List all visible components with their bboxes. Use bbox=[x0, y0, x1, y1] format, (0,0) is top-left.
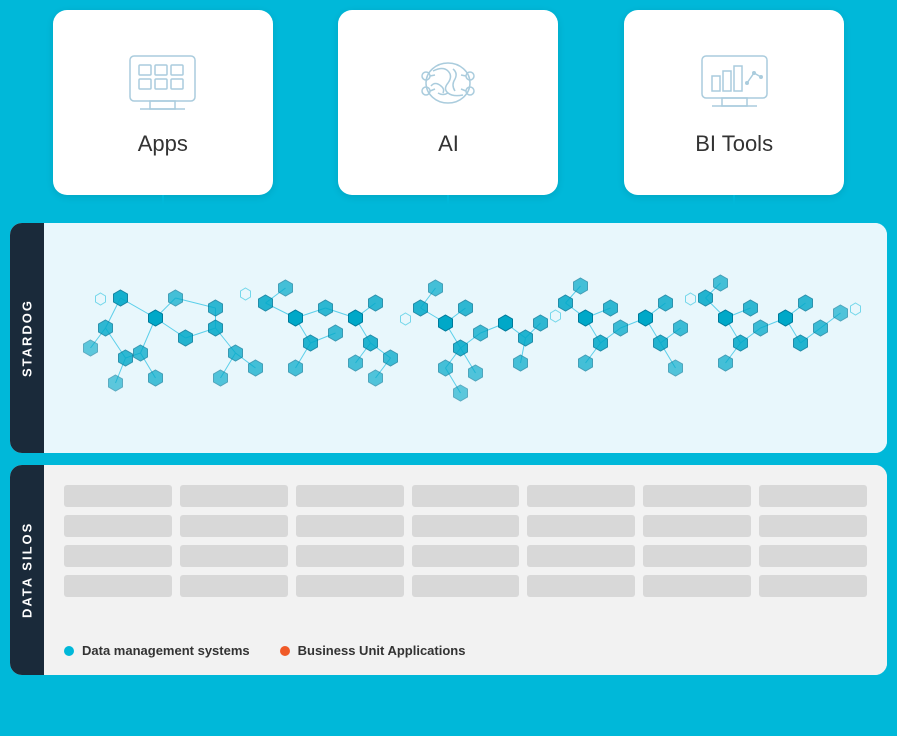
ai-label: AI bbox=[438, 131, 459, 157]
stardog-section: STARDOG bbox=[10, 223, 887, 453]
silo-cell bbox=[180, 485, 288, 507]
silo-row-3 bbox=[64, 545, 867, 567]
silo-cell bbox=[643, 485, 751, 507]
silo-cell bbox=[527, 545, 635, 567]
silo-cell bbox=[412, 515, 520, 537]
silo-cell bbox=[64, 545, 172, 567]
silo-cell bbox=[64, 485, 172, 507]
silo-cell bbox=[296, 515, 404, 537]
ai-icon bbox=[408, 49, 488, 119]
connector-apps bbox=[53, 195, 273, 223]
connector-section bbox=[10, 195, 887, 223]
silo-cell bbox=[412, 545, 520, 567]
apps-card: Apps bbox=[53, 10, 273, 195]
apps-label: Apps bbox=[138, 131, 188, 157]
main-container: Apps bbox=[10, 10, 887, 675]
legend-item-data-management: Data management systems bbox=[64, 643, 250, 660]
silo-cell bbox=[643, 545, 751, 567]
silo-legend: Data management systems Business Unit Ap… bbox=[64, 643, 867, 660]
silo-row-4 bbox=[64, 575, 867, 597]
silo-cell bbox=[412, 575, 520, 597]
silo-cell bbox=[759, 575, 867, 597]
silo-cell bbox=[296, 545, 404, 567]
silo-cell bbox=[296, 485, 404, 507]
bi-tools-icon bbox=[694, 49, 774, 119]
stardog-content bbox=[44, 223, 887, 453]
silo-row-1 bbox=[64, 485, 867, 507]
legend-text-business-unit: Business Unit Applications bbox=[298, 643, 466, 660]
silo-cell bbox=[643, 575, 751, 597]
silo-row-2 bbox=[64, 515, 867, 537]
silo-cell bbox=[527, 515, 635, 537]
section-gap bbox=[10, 453, 887, 465]
connector-ai bbox=[338, 195, 558, 223]
silo-cell bbox=[412, 485, 520, 507]
silo-cell bbox=[643, 515, 751, 537]
network-graph bbox=[59, 238, 872, 438]
apps-icon bbox=[123, 49, 203, 119]
silo-cell bbox=[180, 545, 288, 567]
silo-cell bbox=[180, 575, 288, 597]
silo-cell bbox=[180, 515, 288, 537]
ai-card: AI bbox=[338, 10, 558, 195]
legend-dot-blue bbox=[64, 646, 74, 656]
silos-grid bbox=[64, 485, 867, 597]
legend-item-business-unit: Business Unit Applications bbox=[280, 643, 466, 660]
silo-cell bbox=[527, 485, 635, 507]
silo-cell bbox=[759, 515, 867, 537]
silo-cell bbox=[296, 575, 404, 597]
bi-tools-card: BI Tools bbox=[624, 10, 844, 195]
data-silos-label: DATA SILOS bbox=[10, 465, 44, 675]
data-silos-content: Data management systems Business Unit Ap… bbox=[44, 465, 887, 675]
silo-cell bbox=[759, 485, 867, 507]
silo-cell bbox=[527, 575, 635, 597]
legend-dot-orange bbox=[280, 646, 290, 656]
stardog-label: STARDOG bbox=[10, 223, 44, 453]
bi-tools-label: BI Tools bbox=[695, 131, 773, 157]
silo-cell bbox=[64, 515, 172, 537]
silo-cell bbox=[759, 545, 867, 567]
data-silos-section: DATA SILOS bbox=[10, 465, 887, 675]
silo-cell bbox=[64, 575, 172, 597]
top-cards-section: Apps bbox=[10, 10, 887, 195]
legend-text-data-management: Data management systems bbox=[82, 643, 250, 660]
connector-bi bbox=[624, 195, 844, 223]
